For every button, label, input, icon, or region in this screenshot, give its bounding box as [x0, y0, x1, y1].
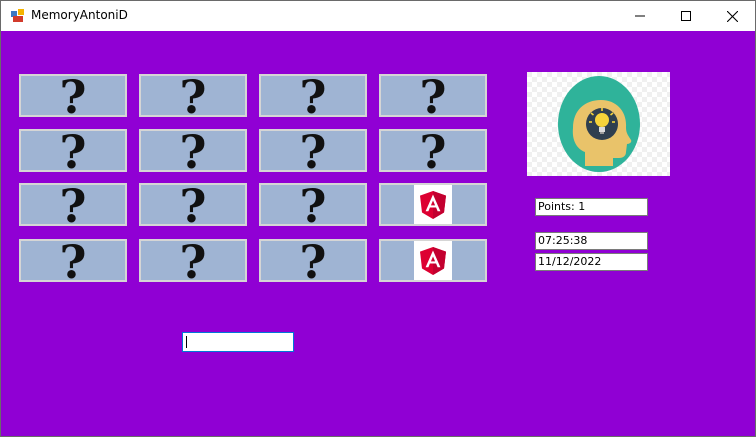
maximize-icon — [681, 11, 691, 21]
question-mark-icon: ? — [299, 234, 327, 289]
logo-picture — [527, 72, 670, 176]
question-mark-icon: ? — [179, 69, 207, 124]
question-mark-icon: ? — [59, 69, 87, 124]
question-mark-icon: ? — [179, 234, 207, 289]
minimize-icon — [635, 15, 645, 17]
question-mark-icon: ? — [179, 124, 207, 179]
question-mark-icon: ? — [59, 234, 87, 289]
question-mark-icon: ? — [299, 178, 327, 233]
memory-card[interactable]: ? — [259, 69, 367, 124]
memory-card[interactable]: ? — [259, 234, 367, 289]
client-area: ? ? ? ? ? ? ? ? ? ? ? ? ? ? Points: 1 07… — [1, 31, 755, 436]
memory-card[interactable]: ? — [19, 234, 127, 289]
memory-card[interactable]: ? — [139, 69, 247, 124]
close-icon — [726, 10, 738, 22]
memory-card[interactable]: ? — [19, 124, 127, 179]
question-mark-icon: ? — [299, 124, 327, 179]
memory-card[interactable]: ? — [139, 124, 247, 179]
angular-logo-icon — [414, 185, 452, 224]
text-input[interactable] — [182, 332, 294, 352]
angular-logo-icon — [414, 241, 452, 280]
question-mark-icon: ? — [419, 124, 447, 179]
question-mark-icon: ? — [419, 69, 447, 124]
memory-card[interactable]: ? — [19, 178, 127, 233]
time-textbox[interactable]: 07:25:38 — [535, 232, 648, 250]
memory-card[interactable]: ? — [19, 69, 127, 124]
question-mark-icon: ? — [299, 69, 327, 124]
memory-card[interactable]: ? — [259, 178, 367, 233]
question-mark-icon: ? — [59, 124, 87, 179]
maximize-button[interactable] — [663, 1, 709, 31]
memory-card[interactable]: ? — [139, 234, 247, 289]
memory-card[interactable]: ? — [139, 178, 247, 233]
memory-card[interactable]: ? — [379, 69, 487, 124]
memory-card[interactable]: ? — [379, 124, 487, 179]
minimize-button[interactable] — [617, 1, 663, 31]
question-mark-icon: ? — [59, 178, 87, 233]
head-lightbulb-icon — [527, 72, 670, 176]
points-textbox[interactable]: Points: 1 — [535, 198, 648, 216]
title-bar[interactable]: MemoryAntoniD — [1, 1, 755, 31]
memory-card-revealed[interactable] — [379, 183, 487, 226]
app-window: MemoryAntoniD ? ? ? ? ? ? ? ? ? ? ? ? ? … — [0, 0, 756, 437]
app-icon — [11, 9, 24, 22]
window-title: MemoryAntoniD — [31, 8, 128, 22]
memory-card-revealed[interactable] — [379, 239, 487, 282]
date-textbox[interactable]: 11/12/2022 — [535, 253, 648, 271]
memory-card[interactable]: ? — [259, 124, 367, 179]
question-mark-icon: ? — [179, 178, 207, 233]
close-button[interactable] — [709, 1, 755, 31]
text-caret — [186, 336, 187, 348]
